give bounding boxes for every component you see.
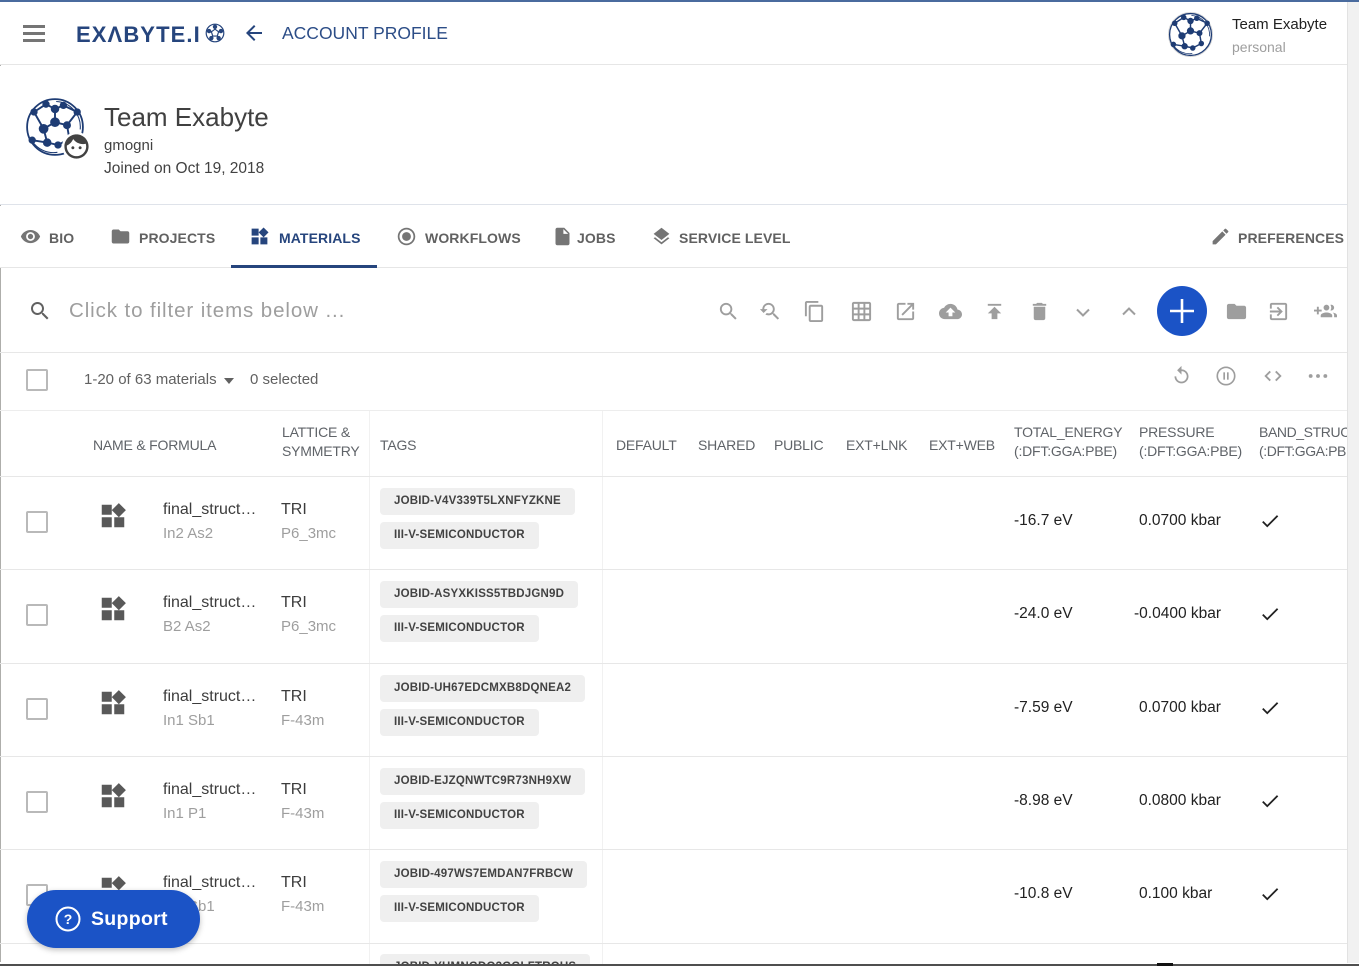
svg-text:?: ? <box>64 911 73 927</box>
